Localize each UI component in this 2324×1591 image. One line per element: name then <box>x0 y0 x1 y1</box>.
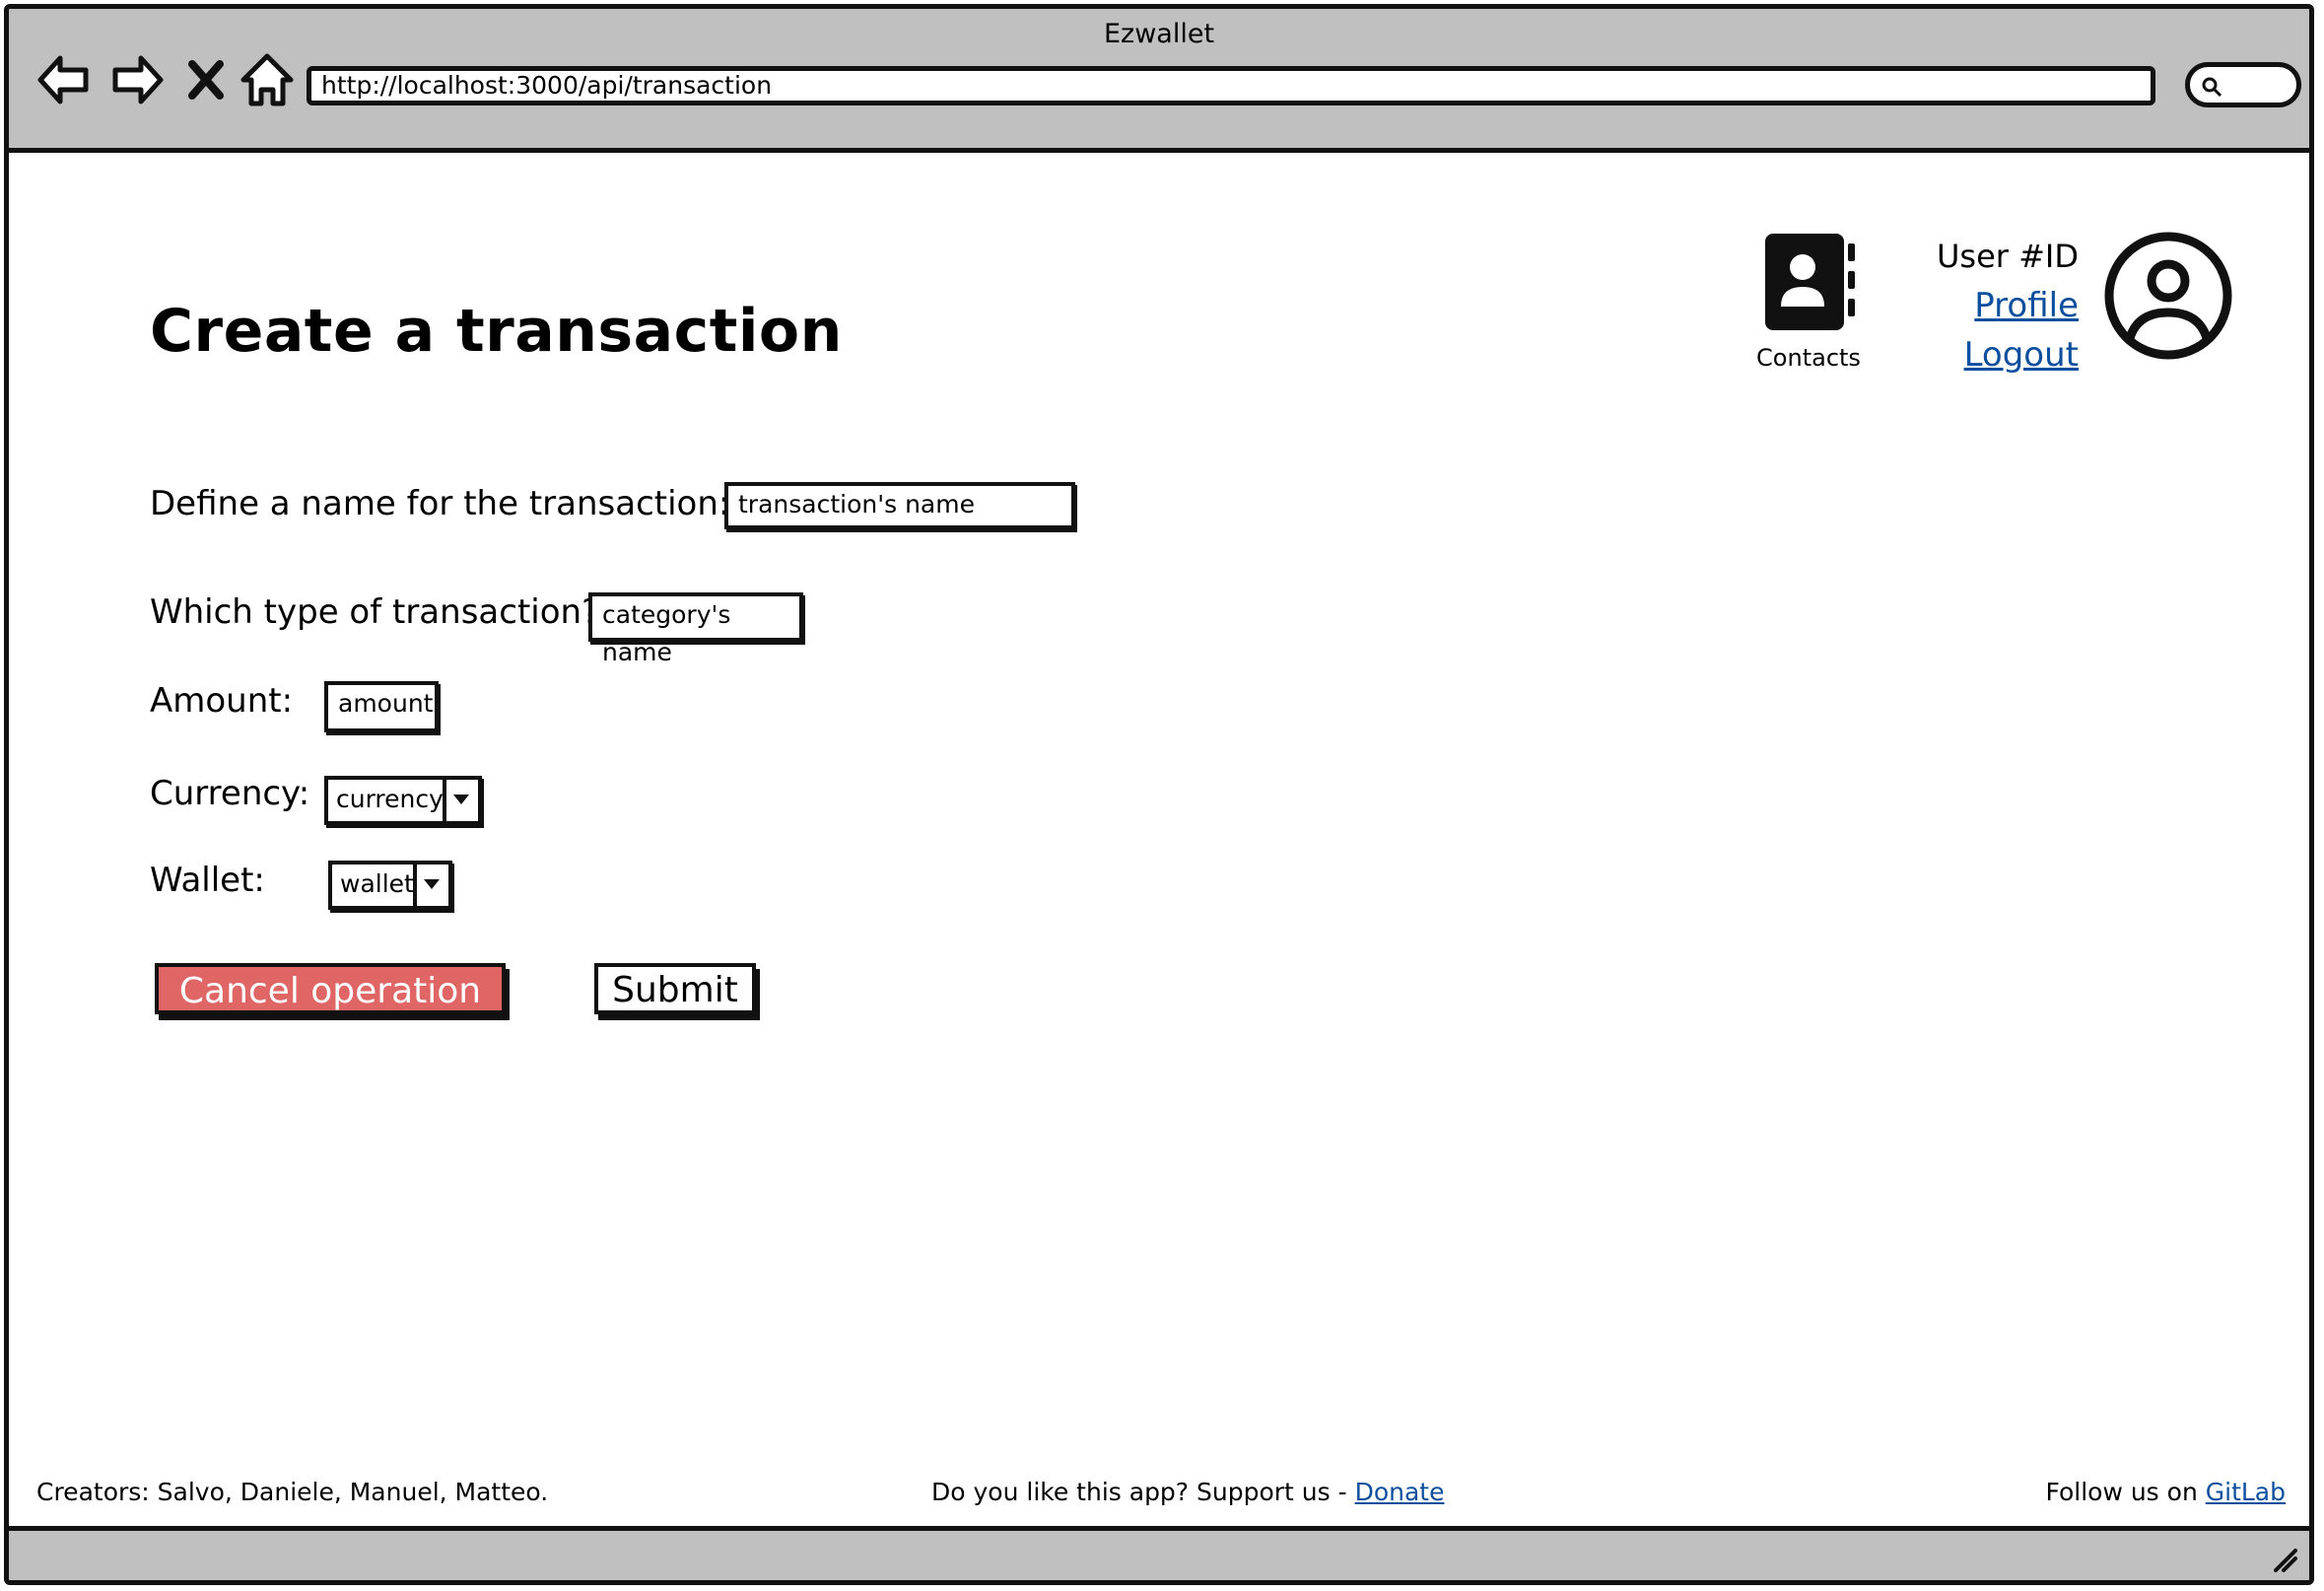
submit-button[interactable]: Submit <box>594 963 756 1014</box>
browser-titlebar: Ezwallet http://localhost:3000/api/trans… <box>9 9 2309 153</box>
chevron-down-icon[interactable] <box>443 780 478 821</box>
transaction-name-input[interactable]: transaction's name <box>724 482 1075 529</box>
currency-label: Currency: <box>150 774 310 813</box>
contacts-button[interactable]: Contacts <box>1753 232 1864 372</box>
home-icon[interactable] <box>239 50 295 109</box>
footer-support: Do you like this app? Support us - Donat… <box>931 1478 1444 1506</box>
currency-select-value: currency <box>336 785 444 813</box>
forward-arrow-icon[interactable] <box>109 50 165 109</box>
window-title: Ezwallet <box>1103 19 1215 49</box>
close-x-icon[interactable] <box>184 50 228 109</box>
footer-support-text: Do you like this app? Support us - <box>931 1478 1355 1506</box>
user-menu: User #ID Profile Logout <box>1901 232 2079 380</box>
page-title: Create a transaction <box>150 297 843 366</box>
footer-follow: Follow us on GitLab <box>2045 1478 2286 1506</box>
chevron-down-icon[interactable] <box>413 865 448 906</box>
currency-select[interactable]: currency <box>324 776 482 825</box>
wallet-select[interactable]: wallet <box>328 861 452 910</box>
transaction-name-label: Define a name for the transaction: <box>150 484 730 523</box>
contacts-book-icon <box>1765 234 1855 330</box>
user-avatar-icon[interactable] <box>2102 230 2234 362</box>
footer-creators: Creators: Salvo, Daniele, Manuel, Matteo… <box>36 1478 549 1506</box>
transaction-type-label: Which type of transaction? <box>150 592 600 632</box>
category-input[interactable]: category's name <box>588 592 803 666</box>
amount-label: Amount: <box>150 681 294 721</box>
browser-window: Ezwallet http://localhost:3000/api/trans… <box>4 4 2314 1585</box>
wallet-select-value: wallet <box>340 869 414 898</box>
gitlab-link[interactable]: GitLab <box>2206 1478 2286 1506</box>
resize-grip-icon[interactable] <box>2270 1545 2299 1574</box>
footer-follow-text: Follow us on <box>2045 1478 2206 1506</box>
user-id-label: User #ID <box>1937 238 2079 275</box>
contacts-label: Contacts <box>1756 344 1861 372</box>
donate-link[interactable]: Donate <box>1355 1478 1445 1506</box>
back-arrow-icon[interactable] <box>36 50 92 109</box>
wallet-label: Wallet: <box>150 861 265 900</box>
url-bar[interactable]: http://localhost:3000/api/transaction <box>307 66 2155 105</box>
profile-link[interactable]: Profile <box>1901 281 2079 330</box>
search-icon <box>2202 77 2222 98</box>
amount-input[interactable]: amount <box>324 681 439 732</box>
browser-search-box[interactable] <box>2185 62 2301 107</box>
cancel-operation-button[interactable]: Cancel operation <box>155 963 506 1014</box>
browser-statusbar <box>9 1526 2309 1580</box>
logout-link[interactable]: Logout <box>1901 330 2079 380</box>
